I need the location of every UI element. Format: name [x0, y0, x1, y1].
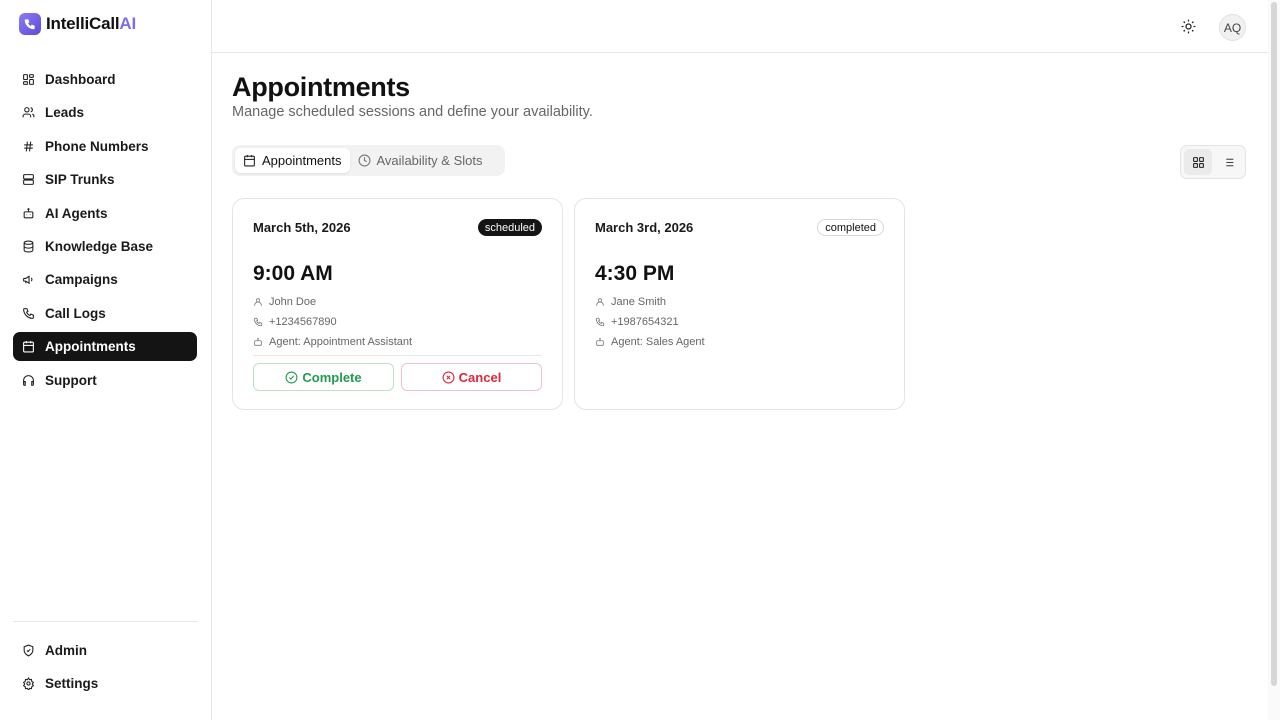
appointment-contact-phone: +1987654321 — [595, 316, 679, 328]
scrollbar[interactable] — [1268, 0, 1280, 720]
bot-icon — [254, 337, 262, 346]
sidebar-item-call-logs[interactable]: Call Logs — [13, 299, 197, 328]
user-icon — [254, 298, 262, 306]
sun-icon — [1181, 19, 1196, 34]
x-circle-icon — [442, 371, 455, 383]
sidebar-item-ai-agents[interactable]: AI Agents — [13, 199, 197, 228]
sidebar-item-label: Phone Numbers — [45, 138, 149, 154]
database-icon — [23, 240, 34, 253]
theme-toggle-button[interactable] — [1181, 19, 1196, 34]
sidebar-item-label: Admin — [45, 643, 87, 658]
sidebar-bottom-nav: Admin Settings — [13, 636, 197, 703]
view-toggle — [1180, 145, 1246, 179]
sidebar-item-support[interactable]: Support — [13, 366, 197, 395]
sidebar-item-settings[interactable]: Settings — [13, 669, 197, 698]
tabs: Appointments Availability & Slots — [232, 145, 505, 176]
sidebar-item-admin[interactable]: Admin — [13, 636, 197, 665]
brand-name: IntelliCallAI — [46, 14, 136, 33]
complete-button[interactable]: Complete — [253, 363, 394, 391]
hash-icon — [24, 141, 33, 152]
user-icon — [596, 298, 604, 306]
sidebar-item-label: Knowledge Base — [45, 238, 154, 254]
appointment-time: 4:30 PM — [595, 262, 675, 285]
list-view-button[interactable] — [1214, 149, 1242, 175]
tab-label: Appointments — [262, 153, 342, 168]
phone-icon — [23, 307, 34, 319]
appointment-contact-name: John Doe — [253, 296, 316, 308]
tab-label: Availability & Slots — [376, 153, 483, 168]
users-icon — [22, 107, 35, 118]
appointment-time: 9:00 AM — [253, 262, 333, 285]
sidebar-item-campaigns[interactable]: Campaigns — [13, 265, 197, 294]
cancel-button[interactable]: Cancel — [401, 363, 542, 391]
sidebar-item-label: Leads — [45, 105, 85, 121]
brand[interactable]: IntelliCallAI — [19, 12, 136, 36]
grid-view-button[interactable] — [1184, 149, 1212, 175]
appointment-date: March 5th, 2026 — [253, 220, 351, 235]
tab-availability-slots[interactable]: Availability & Slots — [350, 148, 491, 173]
sidebar-item-sip-trunks[interactable]: SIP Trunks — [13, 165, 197, 194]
card-divider — [253, 355, 542, 356]
sidebar-item-phone-numbers[interactable]: Phone Numbers — [13, 132, 197, 161]
check-circle-icon — [285, 371, 298, 383]
appointment-contact-name: Jane Smith — [595, 296, 666, 308]
page-title: Appointments — [232, 72, 410, 102]
sidebar-item-label: Call Logs — [45, 305, 106, 321]
clock-icon — [358, 154, 370, 167]
grid-view-icon — [1192, 156, 1204, 168]
appointment-card: March 3rd, 2026 completed 4:30 PM Jane S… — [574, 198, 905, 410]
sidebar-item-knowledge-base[interactable]: Knowledge Base — [13, 232, 197, 261]
server-icon — [23, 174, 34, 186]
tab-appointments[interactable]: Appointments — [235, 148, 350, 173]
appointment-agent: Agent: Appointment Assistant — [253, 336, 412, 348]
sidebar-nav: Dashboard Leads Phone Numbers SIP Trunks… — [13, 65, 197, 399]
sidebar-item-label: Support — [45, 372, 97, 388]
sidebar-item-label: Appointments — [45, 339, 136, 355]
bot-icon — [596, 337, 604, 346]
calendar-icon — [23, 341, 34, 353]
megaphone-icon — [23, 275, 33, 285]
sidebar-item-leads[interactable]: Leads — [13, 98, 197, 127]
appointment-date: March 3rd, 2026 — [595, 220, 694, 235]
brand-logo-icon — [19, 13, 41, 35]
appointment-card: March 5th, 2026 scheduled 9:00 AM John D… — [232, 198, 563, 410]
sidebar-item-label: Campaigns — [45, 272, 118, 288]
page-subtitle: Manage scheduled sessions and define you… — [232, 104, 593, 120]
sidebar-divider — [13, 621, 198, 622]
calendar-icon — [244, 155, 255, 167]
sidebar-item-label: SIP Trunks — [45, 172, 115, 188]
sidebar: IntelliCallAI Dashboard Leads Phone Numb… — [0, 0, 212, 720]
bot-icon — [23, 207, 34, 218]
phone-icon — [595, 317, 605, 327]
avatar[interactable]: AQ — [1219, 14, 1246, 41]
appointment-agent: Agent: Sales Agent — [595, 336, 705, 348]
sidebar-item-dashboard[interactable]: Dashboard — [13, 65, 197, 94]
topbar: AQ — [212, 0, 1268, 53]
status-badge: completed — [817, 219, 884, 236]
sidebar-item-label: Dashboard — [45, 72, 116, 87]
list-view-icon — [1223, 158, 1233, 166]
phone-icon — [253, 317, 263, 327]
gear-icon — [22, 677, 35, 691]
sidebar-item-label: Settings — [45, 676, 99, 692]
shield-icon — [23, 644, 34, 657]
status-badge: scheduled — [477, 219, 542, 236]
scrollbar-thumb[interactable] — [1271, 2, 1277, 686]
headphones-icon — [23, 374, 34, 386]
sidebar-item-label: AI Agents — [45, 205, 108, 221]
grid-icon — [23, 74, 34, 85]
appointment-contact-phone: +1234567890 — [253, 316, 337, 328]
sidebar-item-appointments[interactable]: Appointments — [13, 332, 197, 362]
